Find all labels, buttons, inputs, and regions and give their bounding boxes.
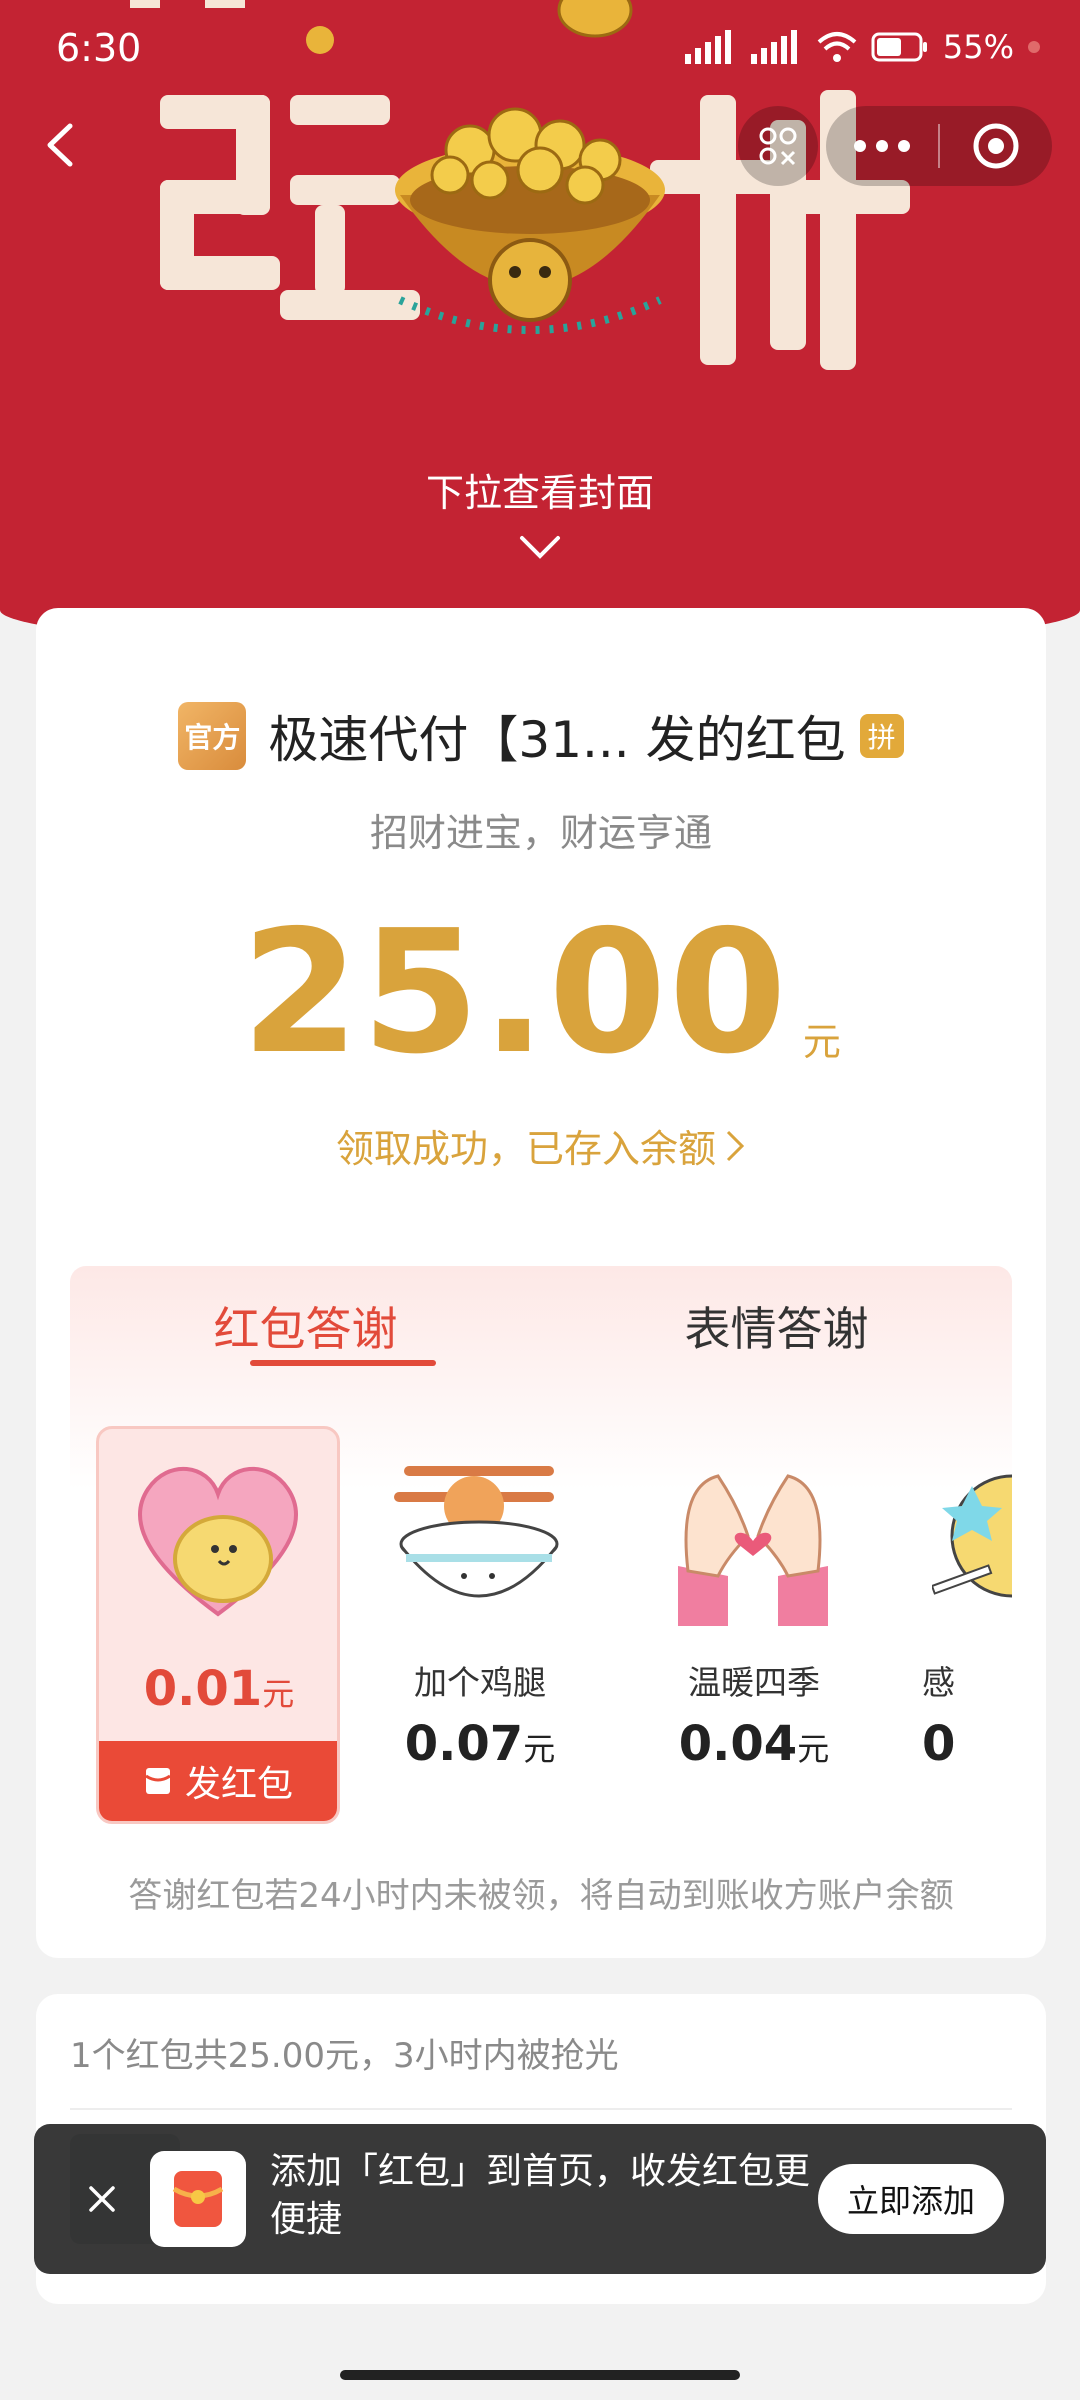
thanks-item-hug[interactable]: 0.01元 发红包 bbox=[96, 1426, 340, 1824]
battery-percent: 55% bbox=[942, 28, 1014, 66]
thanks-item-chicken-leg[interactable]: 加个鸡腿 0.07元 bbox=[360, 1426, 600, 1826]
cover-header[interactable]: 6:30 55% 下拉查看封面 bbox=[0, 0, 1080, 650]
received-amount: 25.00 bbox=[241, 894, 789, 1092]
price-value: 0.01 bbox=[143, 1661, 263, 1717]
thanks-item-price: 0 bbox=[908, 1716, 1012, 1772]
red-packet-app-icon bbox=[150, 2151, 246, 2247]
thanks-item-partial[interactable]: 感 0 bbox=[908, 1426, 1012, 1826]
tab-red-packet-thanks[interactable]: 红包答谢 bbox=[70, 1266, 541, 1386]
wifi-icon bbox=[817, 32, 857, 62]
sender-row: 官方 极速代付【31... 发的红包 拼 bbox=[36, 696, 1046, 776]
thanks-item-name: 加个鸡腿 bbox=[414, 1663, 546, 1702]
sender-name: 极速代付【31... 发的红包 bbox=[268, 711, 846, 769]
more-dots-icon bbox=[854, 140, 910, 152]
price-value: 0 bbox=[922, 1716, 956, 1772]
amount-unit: 元 bbox=[802, 1020, 841, 1064]
price-unit: 元 bbox=[262, 1675, 295, 1713]
red-packet-icon bbox=[145, 1768, 171, 1794]
toast-message: 添加「红包」到首页，收发红包更便捷 bbox=[270, 2151, 811, 2240]
status-icons: 55% bbox=[684, 28, 1040, 66]
close-icon bbox=[89, 2186, 115, 2212]
pin-badge: 拼 bbox=[859, 714, 904, 758]
thanks-tabs: 红包答谢 表情答谢 bbox=[70, 1266, 1012, 1386]
blessing-text: 招财进宝，财运亨通 bbox=[369, 811, 712, 855]
summary-text: 1个红包共25.00元，3小时内被抢光 bbox=[70, 2036, 619, 2076]
thanks-item-name: 感 bbox=[922, 1663, 955, 1702]
close-mini-program-button[interactable] bbox=[940, 106, 1052, 186]
status-time: 6:30 bbox=[56, 26, 142, 70]
heart-hug-sticker-icon bbox=[138, 1466, 298, 1617]
tab-label: 红包答谢 bbox=[213, 1302, 398, 1356]
chevron-right-icon bbox=[726, 1130, 745, 1161]
notification-dot bbox=[1028, 41, 1040, 53]
thanks-note: 答谢红包若24小时内未被领，将自动到账收方账户余额 bbox=[128, 1876, 954, 1916]
send-red-packet-button[interactable]: 发红包 bbox=[99, 1741, 337, 1821]
scan-icon bbox=[759, 127, 797, 166]
toast-close-button[interactable] bbox=[72, 2169, 132, 2229]
target-circle-icon bbox=[973, 123, 1019, 169]
home-indicator[interactable] bbox=[340, 2370, 740, 2380]
rice-bowl-sticker-icon bbox=[394, 1466, 559, 1598]
thanks-item-price: 0.07元 bbox=[360, 1716, 600, 1772]
star-sticker-icon bbox=[932, 1474, 1012, 1598]
amount-row: 25.00 元 bbox=[36, 908, 1046, 1078]
battery-icon bbox=[871, 32, 927, 62]
price-value: 0.07 bbox=[404, 1716, 524, 1772]
heart-hands-sticker-icon bbox=[678, 1474, 828, 1626]
thanks-item-name: 温暖四季 bbox=[688, 1663, 820, 1702]
pull-down-hint: 下拉查看封面 bbox=[425, 471, 654, 515]
chevron-left-icon bbox=[47, 123, 73, 167]
price-value: 0.04 bbox=[678, 1716, 798, 1772]
thanks-item-price: 0.01元 bbox=[99, 1661, 337, 1717]
thanks-panel: 红包答谢 表情答谢 0.01元 发红包 加个鸡腿 0.07元 温暖四季 0.04… bbox=[70, 1266, 1012, 1826]
add-now-button[interactable]: 立即添加 bbox=[818, 2164, 1004, 2234]
signal-icon bbox=[684, 30, 731, 64]
red-packet-logo-icon bbox=[172, 2171, 224, 2227]
balance-link[interactable]: 领取成功，已存入余额 bbox=[36, 1118, 1046, 1173]
chevron-down-icon bbox=[520, 536, 560, 559]
price-unit: 元 bbox=[797, 1730, 830, 1768]
send-button-label: 发红包 bbox=[184, 1764, 293, 1805]
tab-emoji-thanks[interactable]: 表情答谢 bbox=[541, 1266, 1012, 1386]
thanks-items-list: 0.01元 发红包 加个鸡腿 0.07元 温暖四季 0.04元 感 0 bbox=[88, 1426, 1012, 1826]
back-button[interactable] bbox=[28, 110, 98, 180]
scan-button[interactable] bbox=[738, 106, 818, 186]
more-button[interactable] bbox=[826, 106, 938, 186]
thanks-item-price: 0.04元 bbox=[634, 1716, 874, 1772]
price-unit: 元 bbox=[523, 1730, 556, 1768]
thanks-item-warm-seasons[interactable]: 温暖四季 0.04元 bbox=[634, 1426, 874, 1826]
mini-program-capsule bbox=[826, 106, 1052, 186]
red-packet-card: 官方 极速代付【31... 发的红包 拼 招财进宝，财运亨通 25.00 元 领… bbox=[36, 608, 1046, 1958]
add-to-home-toast: 添加「红包」到首页，收发红包更便捷 立即添加 bbox=[34, 2124, 1046, 2274]
success-text: 领取成功，已存入余额 bbox=[335, 1127, 716, 1171]
summary-divider bbox=[70, 2108, 1012, 2110]
tab-label: 表情答谢 bbox=[684, 1302, 869, 1356]
official-badge: 官方 bbox=[178, 702, 247, 770]
signal-2-icon bbox=[750, 30, 797, 64]
status-bar: 6:30 55% bbox=[0, 0, 1080, 100]
active-tab-underline bbox=[250, 1360, 436, 1366]
